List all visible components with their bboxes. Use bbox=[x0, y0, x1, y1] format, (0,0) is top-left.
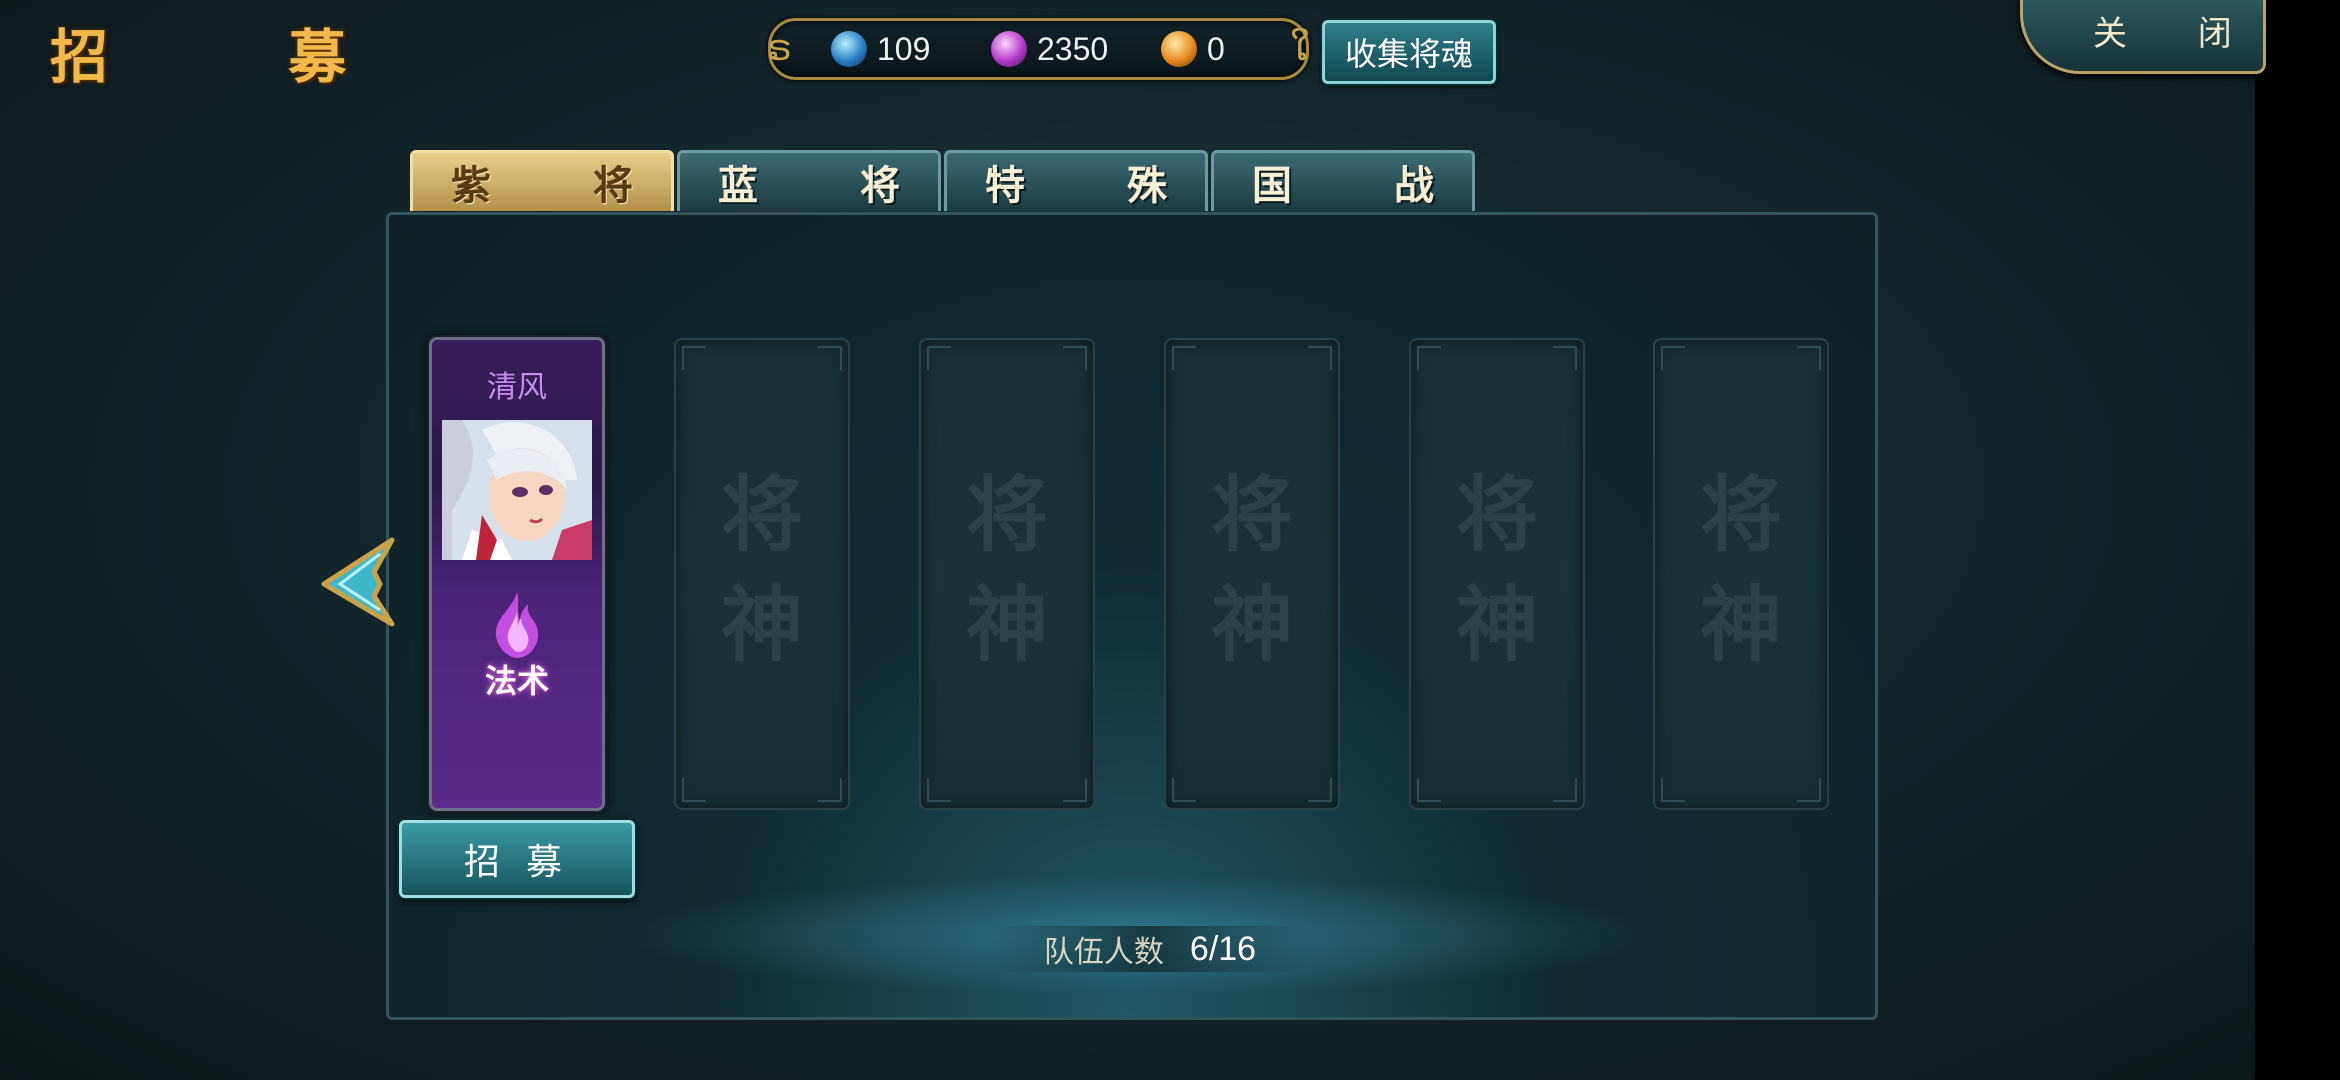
resource-purple: 2350 bbox=[991, 29, 1108, 69]
recruit-button[interactable]: 招 募 bbox=[399, 820, 635, 898]
slot-watermark: 将神 bbox=[720, 467, 803, 673]
flame-icon bbox=[495, 592, 538, 658]
screen-edge-bar bbox=[2255, 0, 2340, 1080]
team-count: 队伍人数 6/16 bbox=[990, 926, 1310, 972]
tab-nation-war[interactable]: 国 战 bbox=[1211, 150, 1475, 211]
slot-watermark: 将神 bbox=[1699, 467, 1782, 673]
scroll-ornament-right-icon: ໃ bbox=[1290, 27, 1310, 68]
empty-slot: 将神 bbox=[1164, 338, 1340, 810]
slot-watermark: 将神 bbox=[1455, 467, 1538, 673]
empty-slot: 将神 bbox=[674, 338, 850, 810]
tab-blue-general[interactable]: 蓝 将 bbox=[677, 150, 941, 211]
tab-special[interactable]: 特 殊 bbox=[944, 150, 1208, 211]
team-count-label: 队伍人数 bbox=[1043, 936, 1164, 969]
resource-gold-value: 0 bbox=[1207, 30, 1225, 67]
collect-souls-button[interactable]: 收集将魂 bbox=[1322, 20, 1496, 84]
scroll-ornament-left-icon: ຣ bbox=[767, 27, 792, 68]
resource-blue: 109 bbox=[831, 29, 930, 69]
gold-orb-icon bbox=[1161, 31, 1197, 67]
tab-purple-general[interactable]: 紫 将 bbox=[410, 150, 674, 211]
resource-blue-value: 109 bbox=[877, 30, 931, 67]
arrow-left-icon[interactable] bbox=[320, 534, 396, 628]
team-count-value: 6/16 bbox=[1189, 929, 1257, 968]
resource-purple-value: 2350 bbox=[1037, 30, 1109, 67]
purple-orb-icon bbox=[991, 31, 1027, 67]
slot-watermark: 将神 bbox=[1210, 467, 1293, 673]
slot-watermark: 将神 bbox=[965, 467, 1048, 673]
close-frame: 关 闭 bbox=[2020, 0, 2266, 74]
empty-slot: 将神 bbox=[1409, 338, 1585, 810]
page-title: 招 募 bbox=[50, 23, 427, 91]
resource-gold: 0 bbox=[1161, 29, 1225, 69]
general-name: 清风 bbox=[487, 371, 547, 404]
empty-slot: 将神 bbox=[919, 338, 1095, 810]
blue-orb-icon bbox=[831, 31, 867, 67]
empty-slot: 将神 bbox=[1653, 338, 1829, 810]
general-portrait bbox=[442, 420, 592, 560]
resource-bar: ຣ 109 2350 0 ໃ bbox=[767, 18, 1310, 80]
close-button[interactable]: 关 闭 bbox=[2093, 6, 2262, 55]
general-type-label: 法术 bbox=[484, 662, 549, 700]
general-card[interactable]: 清风 法术 bbox=[429, 337, 605, 811]
